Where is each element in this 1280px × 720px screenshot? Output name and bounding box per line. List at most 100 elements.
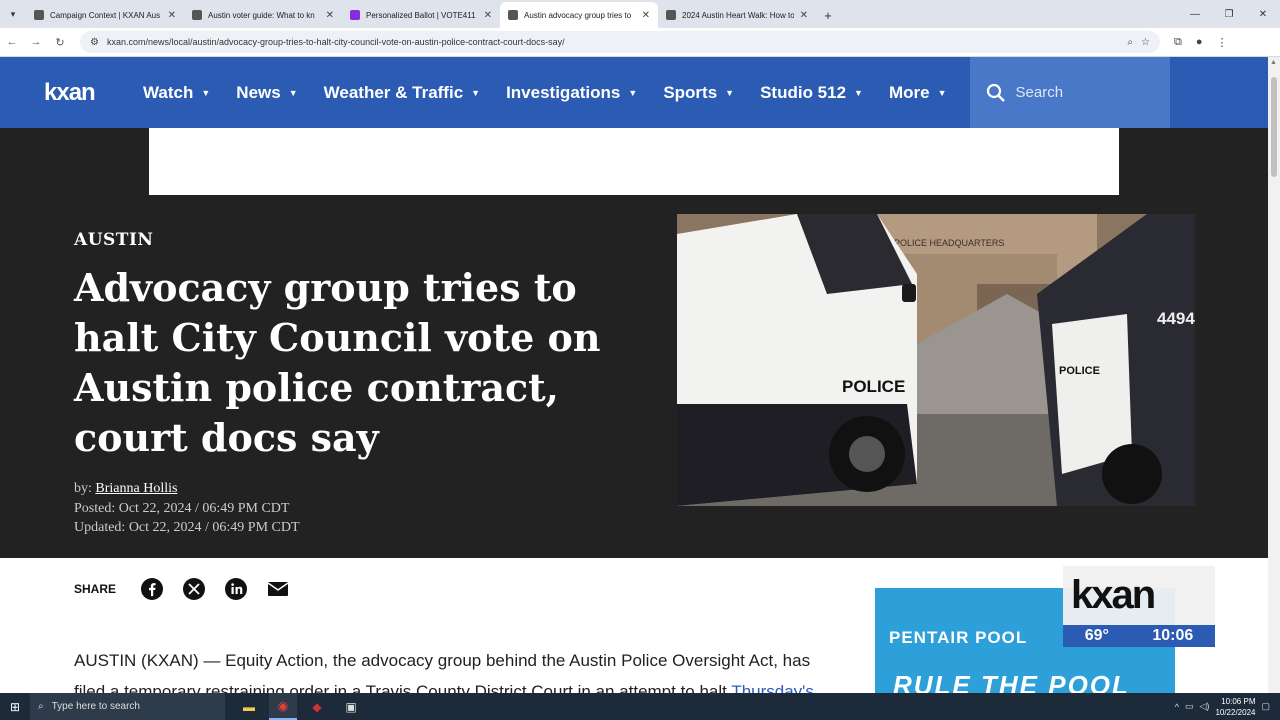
body-link[interactable]: Thursday's xyxy=(731,682,814,693)
close-tab-icon[interactable]: ✕ xyxy=(642,10,650,21)
chrome-icon[interactable]: ◉ xyxy=(269,693,297,720)
site-favicon-icon xyxy=(666,10,676,20)
main-nav: Watch ▼ News ▼ Weather & Traffic ▼ Investig… xyxy=(130,57,960,128)
nav-label: Watch xyxy=(143,82,194,102)
close-tab-icon[interactable]: ✕ xyxy=(168,10,176,21)
restore-icon[interactable]: ❐ xyxy=(1212,9,1246,20)
caret-down-icon: ▼ xyxy=(628,87,638,98)
article-headline: Advocacy group tries to halt City Counci… xyxy=(74,265,601,460)
caret-down-icon: ▼ xyxy=(725,87,735,98)
search-icon: ⌕ xyxy=(38,701,44,712)
volume-icon[interactable]: ◁) xyxy=(1200,701,1210,712)
search-icon[interactable] xyxy=(986,83,1006,103)
tray-chevron-icon[interactable]: ^ xyxy=(1175,702,1179,712)
nav-investigations[interactable]: Investigations ▼ xyxy=(493,57,650,128)
tab-label: 2024 Austin Heart Walk: How to xyxy=(682,10,794,20)
linkedin-share-icon[interactable] xyxy=(224,577,248,601)
close-window-icon[interactable]: ✕ xyxy=(1246,9,1280,20)
app-icon[interactable]: ◆ xyxy=(303,693,331,720)
site-favicon-icon xyxy=(508,10,518,20)
body-text: filed a temporary restraining order in a… xyxy=(74,682,732,693)
ad-slot xyxy=(149,128,1119,195)
updated-date: Updated: Oct 22, 2024 / 06:49 PM CDT xyxy=(74,520,300,535)
nav-studio-512[interactable]: Studio 512 ▼ xyxy=(747,57,876,128)
bug-temperature: 69° xyxy=(1084,627,1109,644)
zoom-icon[interactable]: ⌕ xyxy=(1127,37,1133,48)
url-input[interactable]: ⚙ kxan.com/news/local/austin/advocacy-gr… xyxy=(80,31,1160,53)
tab-search-icon[interactable]: ▾ xyxy=(0,0,26,28)
site-search xyxy=(969,57,1170,128)
taskbar-search[interactable]: ⌕ Type here to search xyxy=(30,693,225,720)
scroll-up-icon[interactable]: ▲ xyxy=(1270,59,1277,66)
site-info-icon[interactable]: ⚙ xyxy=(90,37,99,48)
author-link[interactable]: Brianna Hollis xyxy=(95,481,177,496)
extensions-icon[interactable]: ⧉ xyxy=(1174,36,1182,49)
forward-icon[interactable]: → xyxy=(24,36,48,48)
notifications-icon[interactable]: ▢ xyxy=(1261,701,1270,712)
clock-date: 10/22/2024 xyxy=(1215,707,1256,717)
caret-down-icon: ▼ xyxy=(201,87,211,98)
ad-brand: PENTAIR POOL xyxy=(889,628,1028,647)
back-icon[interactable]: ← xyxy=(0,36,24,48)
unit-number: 4494 xyxy=(1157,309,1195,328)
facebook-share-icon[interactable] xyxy=(140,577,164,601)
windows-start-icon[interactable]: ⊞ xyxy=(0,700,30,714)
nav-label: Investigations xyxy=(506,82,621,102)
browser-tab[interactable]: 2024 Austin Heart Walk: How to ✕ xyxy=(658,2,816,28)
article-category[interactable]: AUSTIN xyxy=(74,230,153,250)
article-body: AUSTIN (KXAN) — Equity Action, the advoc… xyxy=(74,645,834,693)
window-controls: — ❐ ✕ xyxy=(1178,0,1280,28)
nav-label: Weather & Traffic xyxy=(323,82,464,102)
ad-slogan: RULE THE POOL xyxy=(893,670,1130,693)
browser-tab[interactable]: Austin voter guide: What to kn ✕ xyxy=(184,2,342,28)
vote411-favicon-icon xyxy=(350,10,360,20)
browser-menu-icon[interactable]: ⋮ xyxy=(1217,36,1228,49)
minimize-icon[interactable]: — xyxy=(1178,9,1212,20)
tab-label: Austin advocacy group tries to xyxy=(524,10,632,20)
close-tab-icon[interactable]: ✕ xyxy=(800,10,808,21)
article-hero: AUSTIN Advocacy group tries to halt City… xyxy=(0,128,1268,558)
nav-weather-traffic[interactable]: Weather & Traffic ▼ xyxy=(311,57,493,128)
nav-sports[interactable]: Sports ▼ xyxy=(650,57,747,128)
search-input[interactable] xyxy=(1015,84,1156,101)
x-share-icon[interactable] xyxy=(182,577,206,601)
nav-label: Sports xyxy=(663,82,718,102)
close-tab-icon[interactable]: ✕ xyxy=(326,10,334,21)
site-header: kxan Watch ▼ News ▼ Weather & Traffic ▼ Inv… xyxy=(0,57,1268,128)
tab-label: Campaign Context | KXAN Aus xyxy=(50,10,161,20)
page-scrollbar[interactable]: ▲ xyxy=(1268,57,1280,693)
nav-news[interactable]: News ▼ xyxy=(223,57,310,128)
nav-label: News xyxy=(236,82,281,102)
kxan-logo[interactable]: kxan xyxy=(0,79,130,107)
site-favicon-icon xyxy=(192,10,202,20)
webpage: kxan Watch ▼ News ▼ Weather & Traffic ▼ Inv… xyxy=(0,57,1268,693)
bookmark-star-icon[interactable]: ☆ xyxy=(1141,37,1150,48)
profile-icon[interactable]: ● xyxy=(1196,36,1203,49)
browser-tab[interactable]: Personalized Ballot | VOTE411 ✕ xyxy=(342,2,500,28)
new-tab-button[interactable]: + xyxy=(816,2,840,28)
caret-down-icon: ▼ xyxy=(937,87,947,98)
nav-watch[interactable]: Watch ▼ xyxy=(130,57,223,128)
taskbar-apps: ▬ ◉ ◆ ▣ xyxy=(235,693,365,720)
tab-label: Austin voter guide: What to kn xyxy=(208,10,315,20)
body-paragraph-line: filed a temporary restraining order in a… xyxy=(74,676,834,693)
nav-more[interactable]: More ▼ xyxy=(876,57,960,128)
system-clock[interactable]: 10:06 PM 10/22/2024 xyxy=(1215,696,1255,718)
car-left-label: POLICE xyxy=(842,377,905,396)
bug-time: 10:06 xyxy=(1152,627,1194,644)
network-icon[interactable]: ▭ xyxy=(1185,701,1194,712)
browser-tab-active[interactable]: Austin advocacy group tries to ✕ xyxy=(500,2,658,28)
reload-icon[interactable]: ↻ xyxy=(48,36,72,49)
tv-station-bug: kxan 69° 10:06 xyxy=(1063,566,1215,647)
browser-tab[interactable]: Campaign Context | KXAN Aus ✕ xyxy=(26,2,184,28)
file-explorer-icon[interactable]: ▬ xyxy=(235,693,263,720)
byline: by: Brianna Hollis Posted: Oct 22, 2024 … xyxy=(74,479,300,538)
scroll-thumb[interactable] xyxy=(1271,77,1277,177)
email-share-icon[interactable] xyxy=(266,577,290,601)
system-tray: ^ ▭ ◁) 10:06 PM 10/22/2024 ▢ xyxy=(1175,696,1280,718)
nav-label: Studio 512 xyxy=(760,82,847,102)
article-photo[interactable]: POLICE HEADQUARTERS POLICE POLICE 4494 xyxy=(677,214,1195,506)
caret-down-icon: ▼ xyxy=(288,87,298,98)
close-tab-icon[interactable]: ✕ xyxy=(484,10,492,21)
app-icon[interactable]: ▣ xyxy=(337,693,365,720)
